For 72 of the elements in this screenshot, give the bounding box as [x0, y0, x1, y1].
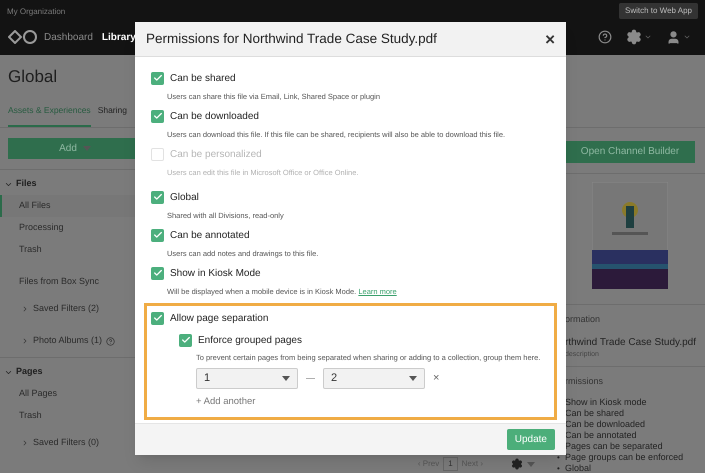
- checkbox[interactable]: [151, 72, 164, 84]
- tab[interactable]: Assets & Experiences: [8, 104, 91, 127]
- page-select[interactable]: 1: [196, 368, 298, 389]
- permission-item: Can be shared: [565, 406, 624, 420]
- option-label: Enforce grouped pages: [198, 334, 302, 348]
- settings-icon[interactable]: [511, 458, 523, 470]
- user-icon[interactable]: [666, 30, 681, 44]
- range-dash: —: [305, 372, 316, 385]
- bullet: •: [556, 452, 561, 464]
- checkbox[interactable]: [151, 312, 164, 324]
- settings-icon[interactable]: [626, 29, 642, 45]
- checkbox[interactable]: [179, 334, 192, 346]
- open-channel-builder-button[interactable]: Open Channel Builder: [565, 140, 695, 162]
- option-label: Global: [170, 190, 199, 204]
- section-heading: rmissions: [564, 375, 604, 388]
- nav-link[interactable]: Dashboard: [44, 30, 93, 44]
- caret-icon: [527, 462, 535, 466]
- add-another-link[interactable]: + Add another: [196, 395, 554, 410]
- sidebar-item[interactable]: Saved Filters (2): [0, 293, 150, 325]
- caret-icon: [282, 376, 290, 381]
- chevron-icon: [21, 439, 29, 447]
- permission-item: Can be downloaded: [565, 418, 646, 431]
- sidebar-item-label: Processing: [19, 221, 64, 234]
- permission-item: Can be annotated: [565, 428, 637, 442]
- close-button[interactable]: ×: [545, 30, 555, 48]
- option-label: Can be shared: [170, 72, 236, 86]
- caret-icon[interactable]: [683, 33, 691, 41]
- nav-link[interactable]: Library: [102, 30, 136, 44]
- sidebar-item-label: All Files: [19, 199, 51, 212]
- option-label: Show in Kiosk Mode: [170, 266, 261, 280]
- sidebar-item-label: Trash: [19, 409, 42, 422]
- permission-item: Show in Kiosk mode: [565, 396, 647, 409]
- remove-group-button[interactable]: ×: [433, 370, 440, 387]
- caret-icon[interactable]: [644, 33, 652, 41]
- chevron-icon: [21, 305, 29, 313]
- option-label: Can be annotated: [170, 228, 250, 242]
- chevron-icon: [21, 337, 29, 345]
- sidebar-item-label: Saved Filters (2): [33, 302, 100, 316]
- permission-item: Global: [565, 462, 592, 473]
- caret-icon: [82, 146, 91, 151]
- help-icon[interactable]: [598, 30, 612, 44]
- sidebar-item[interactable]: Photo Albums (1): [0, 325, 150, 357]
- update-button[interactable]: Update: [506, 429, 555, 450]
- sidebar-item-label: Files from Box Sync: [19, 275, 100, 288]
- permission-item: Page groups can be enforced: [565, 451, 684, 464]
- page-number[interactable]: 1: [443, 457, 458, 471]
- sidebar-item-label: All Pages: [19, 387, 58, 400]
- page-select[interactable]: 2: [323, 368, 425, 389]
- sidebar-item[interactable]: Saved Filters (0): [0, 427, 150, 459]
- page-title: Global: [7, 66, 58, 88]
- logo-icon: [8, 30, 38, 44]
- option-label: Can be downloaded: [170, 110, 259, 124]
- option-label: Can be personalized: [170, 148, 262, 162]
- checkbox[interactable]: [151, 228, 164, 242]
- organization-name: My Organization: [7, 6, 66, 18]
- section-heading: ormation: [564, 312, 602, 326]
- sidebar-item-label: Saved Filters (0): [33, 436, 100, 450]
- sidebar-item-label: Trash: [19, 243, 42, 256]
- checkbox[interactable]: [151, 190, 164, 204]
- file-name: rthwind Trade Case Study.pdf: [564, 336, 697, 350]
- dialog-title: Permissions for Northwind Trade Case Study.pdf: [146, 30, 437, 48]
- checkbox[interactable]: [151, 266, 164, 280]
- help-icon[interactable]: [106, 336, 116, 346]
- section-heading: Files: [16, 177, 37, 190]
- sidebar-item-label: Photo Albums (1): [33, 334, 102, 348]
- option-label: Allow page separation: [170, 312, 268, 326]
- checkbox[interactable]: [151, 110, 164, 122]
- switch-app-button[interactable]: Switch to Web App: [619, 3, 698, 19]
- section-heading: Pages: [16, 365, 43, 378]
- caret-icon: [409, 376, 417, 381]
- bullet: •: [556, 462, 561, 473]
- tab[interactable]: Sharing: [98, 104, 127, 127]
